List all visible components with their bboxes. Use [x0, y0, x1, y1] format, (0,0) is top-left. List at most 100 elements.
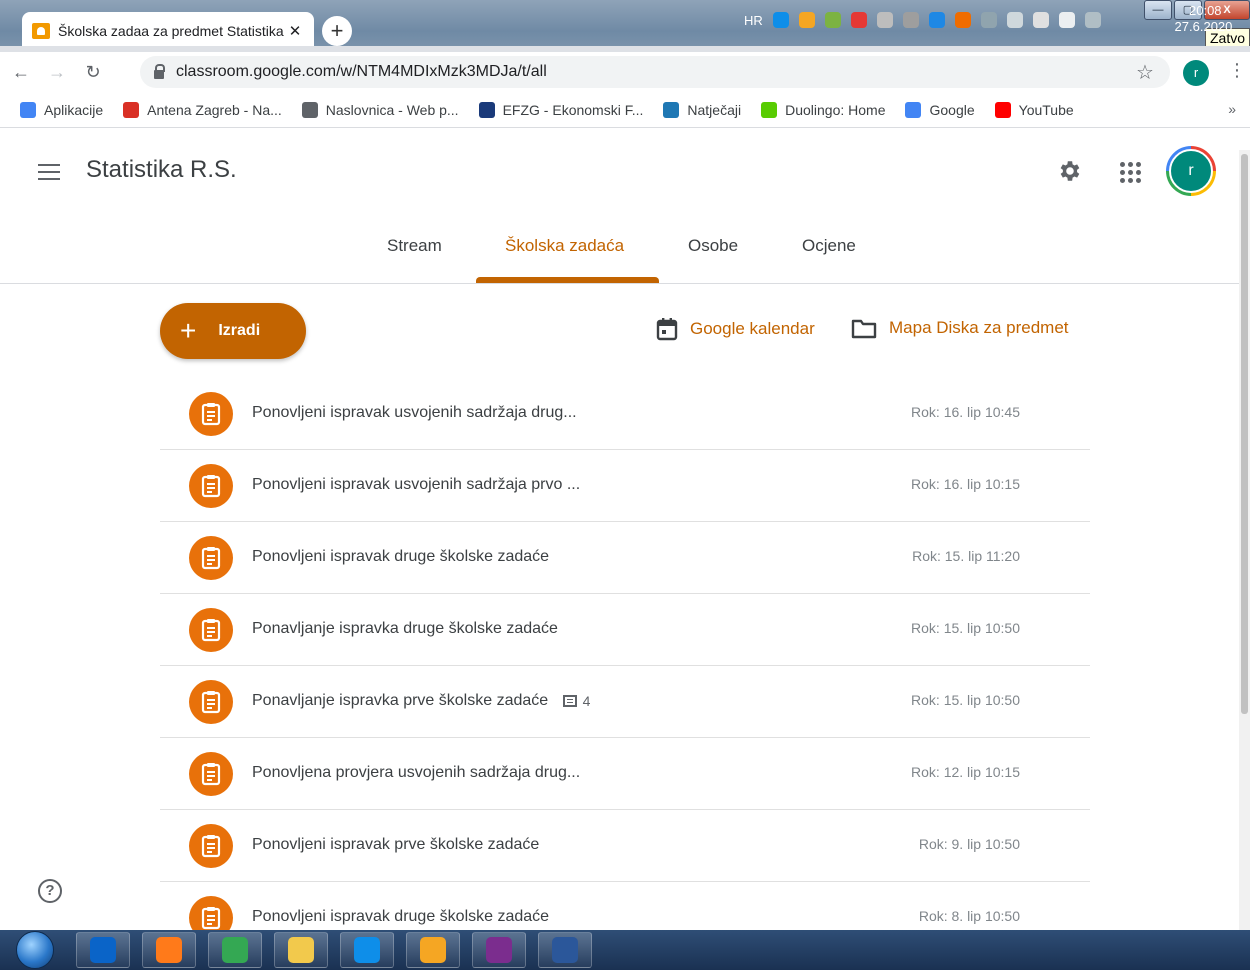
assignment-icon	[189, 392, 233, 436]
drive-folder-label: Mapa Diska za predmet	[889, 318, 1069, 337]
bookmark-efzg[interactable]: EFZG - Ekonomski F...	[478, 101, 643, 118]
firefox-icon	[156, 937, 182, 963]
taskbar-explorer[interactable]	[274, 932, 328, 968]
flag-tray-icon[interactable]	[1058, 12, 1075, 28]
language-indicator[interactable]: HR	[744, 13, 763, 28]
bookmark-label: Natječaji	[687, 101, 742, 118]
google-calendar-label: Google kalendar	[690, 319, 815, 338]
network-tray-icon[interactable]	[824, 12, 841, 28]
taskbar-word[interactable]	[538, 932, 592, 968]
assignment-icon	[189, 752, 233, 796]
assignment-row[interactable]: Ponavljanje ispravka prve školske zadaće…	[160, 666, 1090, 738]
classroom-favicon-icon	[32, 23, 50, 39]
app-tray-icon[interactable]	[876, 12, 893, 28]
assignment-row[interactable]: Ponovljena provjera usvojenih sadržaja d…	[160, 738, 1090, 810]
taskbar-outlook[interactable]	[76, 932, 130, 968]
bookmark-duolingo[interactable]: Duolingo: Home	[761, 101, 886, 118]
classwork-list: Ponovljeni ispravak usvojenih sadržaja d…	[160, 378, 1090, 954]
update-tray-icon[interactable]	[954, 12, 971, 28]
taskbar-winrar[interactable]	[472, 932, 526, 968]
page-scrollbar[interactable]	[1239, 150, 1250, 930]
assignment-row[interactable]: Ponavljanje ispravka druge školske zadać…	[160, 594, 1090, 666]
system-clock[interactable]: 20:08 27.6.2020.	[1175, 3, 1236, 35]
start-button[interactable]	[16, 931, 54, 969]
bookmark-youtube[interactable]: YouTube	[994, 101, 1074, 118]
chrome-icon	[222, 937, 248, 963]
bookmark-naslovnica[interactable]: Naslovnica - Web p...	[301, 101, 459, 118]
assignment-row[interactable]: Ponovljeni ispravak druge školske zadaće…	[160, 522, 1090, 594]
scrollbar-thumb[interactable]	[1241, 154, 1248, 714]
create-button[interactable]: + Izradi	[160, 303, 306, 359]
drive-folder-link[interactable]: Mapa Diska za predmet	[851, 317, 1069, 339]
bookmark-aplikacije[interactable]: Aplikacije	[20, 101, 103, 118]
bookmark-label: Antena Zagreb - Na...	[147, 101, 282, 118]
lock-icon	[154, 63, 165, 79]
opera-tray-icon[interactable]	[850, 12, 867, 28]
bluetooth-tray-icon[interactable]	[928, 12, 945, 28]
assignment-icon	[189, 464, 233, 508]
bookmark-antena-zagreb[interactable]: Antena Zagreb - Na...	[123, 101, 282, 118]
tab-people[interactable]: Osobe	[688, 236, 738, 256]
clock-time: 20:08	[1189, 3, 1222, 18]
tab-stream[interactable]: Stream	[387, 236, 442, 256]
class-title[interactable]: Statistika R.S.	[86, 156, 237, 184]
help-icon[interactable]: ?	[38, 879, 62, 903]
assignment-title: Ponovljeni ispravak druge školske zadaće	[252, 548, 549, 566]
assignment-row[interactable]: Ponovljeni ispravak usvojenih sadržaja d…	[160, 378, 1090, 450]
globe-icon	[663, 101, 680, 118]
windows-taskbar	[0, 930, 1250, 970]
word-icon	[552, 937, 578, 963]
volume-tray-icon[interactable]	[1032, 12, 1049, 28]
explorer-icon	[288, 937, 314, 963]
forward-arrow-icon[interactable]: →	[42, 62, 72, 83]
bookmark-label: Duolingo: Home	[785, 101, 886, 118]
avast-tray-icon[interactable]	[798, 12, 815, 28]
new-tab-button[interactable]: +	[322, 16, 352, 46]
account-avatar[interactable]: r	[1166, 146, 1216, 196]
minimize-button[interactable]: —	[1144, 0, 1172, 20]
taskbar-settings[interactable]	[406, 932, 460, 968]
bookmark-google[interactable]: Google	[905, 101, 975, 118]
power-tray-icon[interactable]	[1006, 12, 1023, 28]
assignment-row[interactable]: Ponovljeni ispravak usvojenih sadržaja p…	[160, 450, 1090, 522]
assignment-due-date: Rok: 15. lip 10:50	[911, 692, 1020, 708]
browser-menu-icon[interactable]: ⋮	[1228, 60, 1246, 81]
youtube-icon	[994, 101, 1011, 118]
assignment-icon	[189, 608, 233, 652]
taskbar-firefox[interactable]	[142, 932, 196, 968]
bookmark-natjecaji[interactable]: Natječaji	[663, 101, 742, 118]
classroom-tabs: Stream Školska zadaća Osobe Ocjene	[0, 214, 1250, 284]
assignment-due-date: Rok: 15. lip 11:20	[912, 548, 1020, 564]
taskbar-teamviewer[interactable]	[340, 932, 394, 968]
calendar-icon	[656, 318, 678, 341]
google-apps-icon[interactable]	[1120, 162, 1142, 183]
assignment-icon	[189, 824, 233, 868]
main-menu-icon[interactable]	[38, 164, 60, 185]
address-bar[interactable]: classroom.google.com/w/NTM4MDIxMzk3MDJa/…	[140, 56, 1170, 88]
tab-classwork[interactable]: Školska zadaća	[505, 236, 624, 256]
assignment-title-text: Ponovljeni ispravak druge školske zadaće	[252, 548, 550, 565]
star-icon	[123, 101, 140, 118]
bookmark-label: Naslovnica - Web p...	[325, 101, 459, 118]
browser-profile-avatar[interactable]: r	[1183, 60, 1209, 86]
tab-grades[interactable]: Ocjene	[802, 236, 856, 256]
assignment-row[interactable]: Ponovljeni ispravak prve školske zadaće …	[160, 810, 1090, 882]
browser-tab-active[interactable]: Školska zadaa za predmet Statistika ✕	[22, 12, 314, 50]
taskbar-chrome[interactable]	[208, 932, 262, 968]
assignment-icon	[189, 536, 233, 580]
app2-tray-icon[interactable]	[902, 12, 919, 28]
avatar-initial: r	[1169, 149, 1213, 193]
reload-icon[interactable]: ↻	[78, 62, 108, 83]
tab-close-icon[interactable]: ✕	[286, 22, 304, 40]
usb-tray-icon[interactable]	[980, 12, 997, 28]
signal-tray-icon[interactable]	[1084, 12, 1101, 28]
outlook-icon	[90, 937, 116, 963]
google-calendar-link[interactable]: Google kalendar	[656, 317, 815, 341]
comment-icon	[562, 694, 577, 707]
more-bookmarks-chevron-icon[interactable]: »	[1228, 101, 1236, 117]
teamviewer-tray-icon[interactable]	[772, 12, 789, 28]
gear-icon[interactable]	[1056, 158, 1082, 184]
assignment-title: Ponavljanje ispravka prve školske zadaće…	[252, 692, 590, 710]
bookmark-star-icon[interactable]: ☆	[1136, 60, 1154, 85]
back-arrow-icon[interactable]: ←	[6, 62, 36, 83]
